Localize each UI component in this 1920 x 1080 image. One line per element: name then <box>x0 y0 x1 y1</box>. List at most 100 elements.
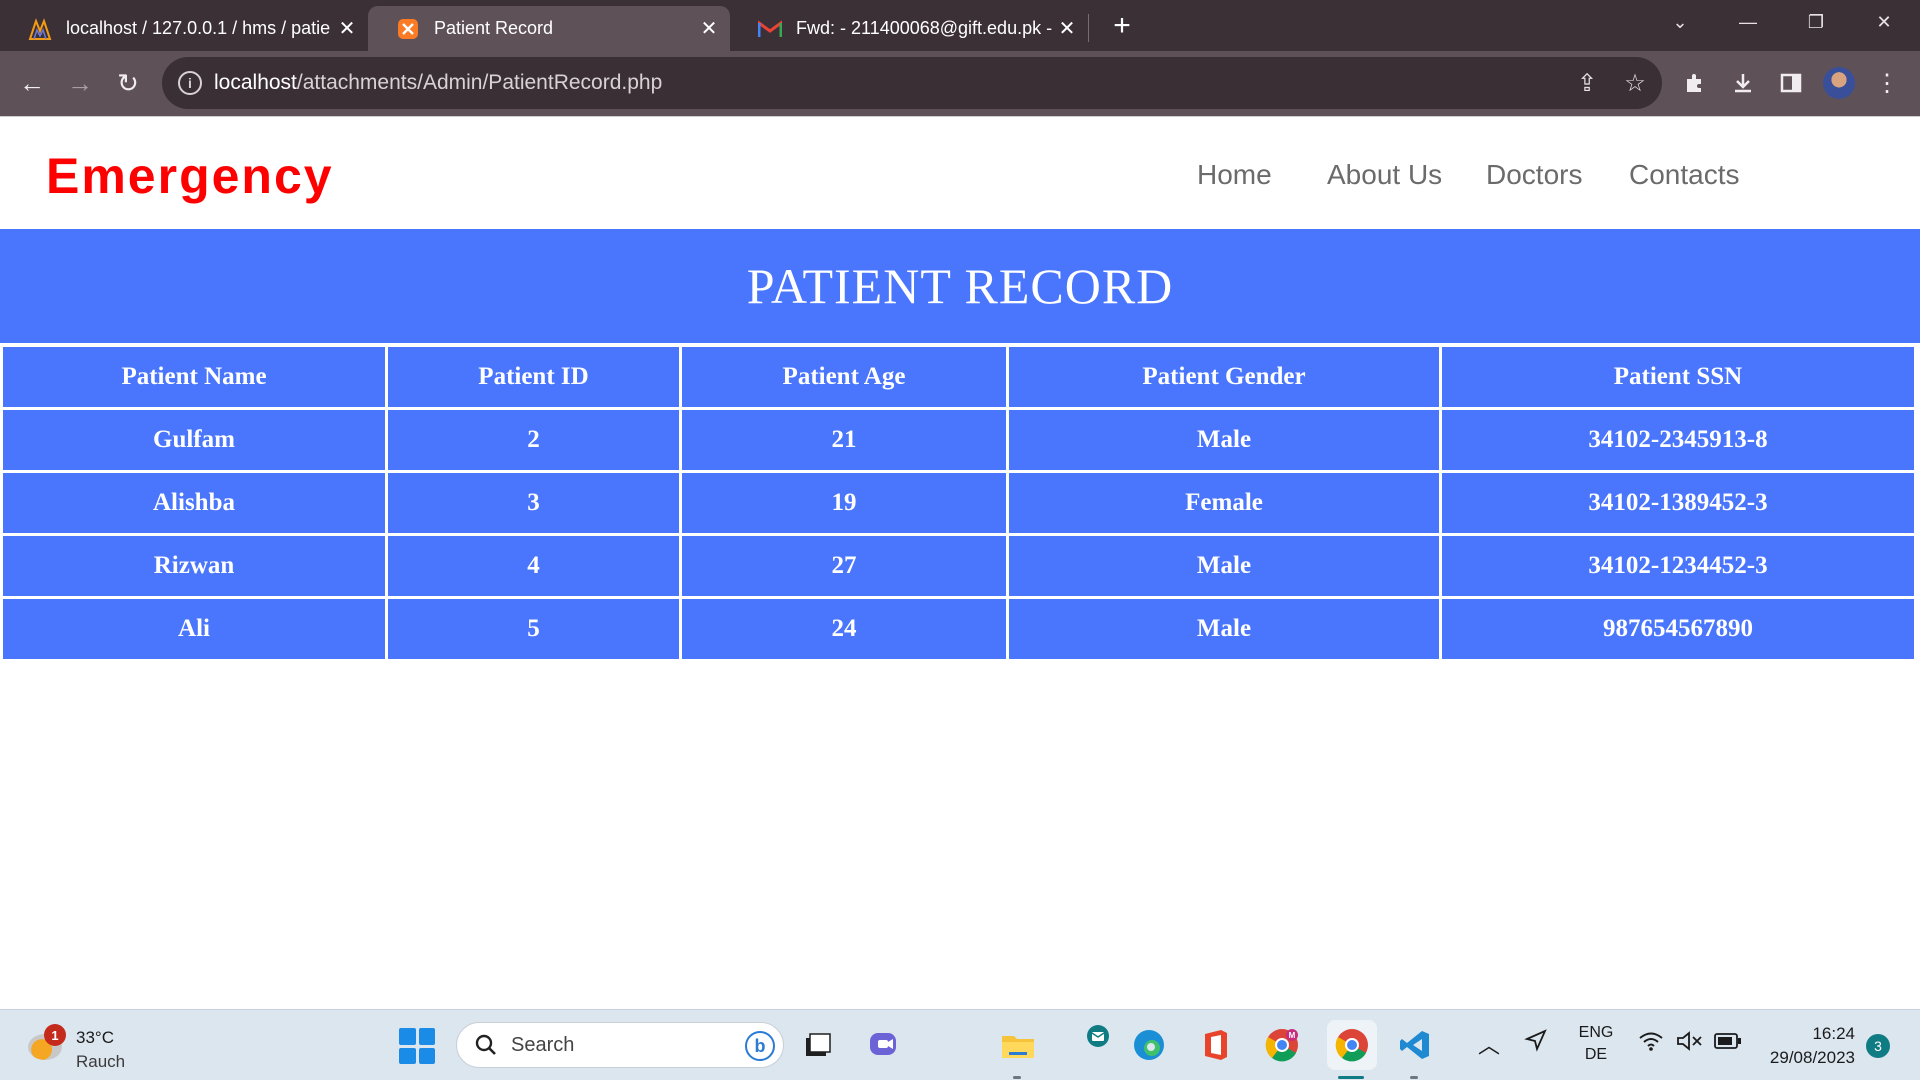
phpmyadmin-icon <box>28 17 52 41</box>
tab-phpmyadmin[interactable]: localhost / 127.0.0.1 / hms / patie ✕ <box>0 6 368 51</box>
table-header-row: Patient Name Patient ID Patient Age Pati… <box>3 347 1914 407</box>
cell-patient-id: 4 <box>388 536 679 596</box>
tab-search-icon[interactable]: ⌄ <box>1652 0 1708 44</box>
language-indicator[interactable]: ENG DE <box>1576 1022 1616 1066</box>
nav-contacts[interactable]: Contacts <box>1629 159 1740 191</box>
patient-record-table: Patient Name Patient ID Patient Age Pati… <box>0 344 1917 662</box>
weather-badge: 1 <box>44 1024 66 1046</box>
cell-patient-ssn: 34102-1389452-3 <box>1442 473 1914 533</box>
cell-patient-age: 27 <box>682 536 1006 596</box>
close-tab-icon[interactable]: ✕ <box>1052 14 1082 44</box>
edge-icon[interactable] <box>1128 1024 1170 1066</box>
cell-patient-name: Gulfam <box>3 410 385 470</box>
cell-patient-ssn: 34102-1234452-3 <box>1442 536 1914 596</box>
vscode-icon[interactable] <box>1394 1024 1436 1066</box>
page-banner: PATIENT RECORD <box>0 229 1920 343</box>
column-header: Patient SSN <box>1442 347 1914 407</box>
address-url[interactable]: localhost/attachments/Admin/PatientRecor… <box>214 71 662 95</box>
cell-patient-id: 3 <box>388 473 679 533</box>
address-bar[interactable]: i localhost/attachments/Admin/PatientRec… <box>162 57 1662 109</box>
windows-start-icon[interactable] <box>399 1028 435 1064</box>
reload-icon[interactable]: ↻ <box>110 65 146 101</box>
downloads-icon[interactable] <box>1726 66 1760 100</box>
cell-patient-name: Ali <box>3 599 385 659</box>
location-icon[interactable] <box>1524 1028 1548 1057</box>
battery-icon[interactable] <box>1714 1032 1742 1055</box>
bookmark-star-icon[interactable]: ☆ <box>1622 70 1648 97</box>
office-icon[interactable] <box>1195 1024 1237 1066</box>
outlook-icon[interactable] <box>1078 1016 1118 1056</box>
bing-icon[interactable]: b <box>745 1031 775 1061</box>
tab-patient-record[interactable]: Patient Record ✕ <box>368 6 730 51</box>
tab-separator <box>1088 14 1089 42</box>
show-hidden-icons-chevron-icon[interactable]: ︿ <box>1478 1028 1500 1060</box>
browser-toolbar: ← → ↻ i localhost/attachments/Admin/Pati… <box>0 51 1920 116</box>
weather-widget[interactable]: 1 33°C Rauch <box>26 1022 146 1071</box>
search-placeholder: Search <box>511 1033 575 1056</box>
table-row: Rizwan 4 27 Male 34102-1234452-3 <box>3 536 1914 596</box>
cell-patient-gender: Male <box>1009 599 1439 659</box>
cell-patient-ssn: 34102-2345913-8 <box>1442 410 1914 470</box>
cell-patient-name: Alishba <box>3 473 385 533</box>
teams-chat-icon[interactable] <box>864 1024 906 1066</box>
svg-text:M: M <box>1289 1031 1296 1040</box>
cell-patient-name: Rizwan <box>3 536 385 596</box>
task-view-icon[interactable] <box>797 1024 839 1066</box>
cell-patient-age: 21 <box>682 410 1006 470</box>
back-icon[interactable]: ← <box>14 65 50 101</box>
column-header: Patient Gender <box>1009 347 1439 407</box>
cell-patient-ssn: 987654567890 <box>1442 599 1914 659</box>
close-tab-icon[interactable]: ✕ <box>332 14 362 44</box>
nav-doctors[interactable]: Doctors <box>1486 159 1582 191</box>
weather-condition: Rauch <box>76 1052 126 1071</box>
windows-taskbar: 1 33°C Rauch Search b M ︿ ENG DE 16:24 2… <box>0 1009 1920 1080</box>
cell-patient-age: 24 <box>682 599 1006 659</box>
column-header: Patient Age <box>682 347 1006 407</box>
site-logo[interactable]: Emergency <box>46 147 334 205</box>
side-panel-icon[interactable] <box>1774 66 1808 100</box>
cell-patient-gender: Male <box>1009 410 1439 470</box>
tab-gmail[interactable]: Fwd: - 211400068@gift.edu.pk - · ✕ <box>730 6 1088 51</box>
clock-time: 16:24 <box>1812 1024 1855 1043</box>
tab-title: Fwd: - 211400068@gift.edu.pk - · <box>796 18 1052 38</box>
site-info-icon[interactable]: i <box>178 71 202 95</box>
file-explorer-icon[interactable] <box>997 1024 1039 1066</box>
extensions-icon[interactable] <box>1678 66 1712 100</box>
close-tab-icon[interactable]: ✕ <box>694 14 724 44</box>
system-clock[interactable]: 16:24 29/08/2023 <box>1755 1022 1855 1070</box>
taskbar-search[interactable]: Search b <box>456 1022 784 1068</box>
cell-patient-age: 19 <box>682 473 1006 533</box>
tab-title: localhost / 127.0.0.1 / hms / patie <box>66 18 331 38</box>
cell-patient-id: 5 <box>388 599 679 659</box>
minimize-icon[interactable]: — <box>1720 0 1776 44</box>
menu-kebab-icon[interactable]: ⋮ <box>1870 66 1904 100</box>
column-header: Patient ID <box>388 347 679 407</box>
browser-tab-bar: localhost / 127.0.0.1 / hms / patie ✕ Pa… <box>0 0 1920 51</box>
language-bottom: DE <box>1584 1046 1608 1063</box>
new-tab-button[interactable]: + <box>1104 9 1140 42</box>
site-header: Emergency Home About Us Doctors Contacts <box>0 117 1920 229</box>
notification-badge[interactable]: 3 <box>1866 1034 1890 1058</box>
profile-avatar[interactable] <box>1823 67 1855 99</box>
language-top: ENG <box>1578 1024 1614 1041</box>
cell-patient-id: 2 <box>388 410 679 470</box>
restore-icon[interactable]: ❐ <box>1788 0 1844 44</box>
weather-temperature: 33°C <box>76 1028 114 1047</box>
url-host: localhost <box>214 71 297 94</box>
chrome-icon[interactable] <box>1327 1020 1377 1070</box>
chrome-profile-icon[interactable]: M <box>1261 1024 1303 1066</box>
cell-patient-gender: Female <box>1009 473 1439 533</box>
volume-muted-icon[interactable] <box>1676 1030 1704 1057</box>
close-window-icon[interactable]: ✕ <box>1856 0 1912 44</box>
running-indicator <box>1410 1076 1418 1079</box>
running-indicator <box>1013 1076 1021 1079</box>
web-page: Emergency Home About Us Doctors Contacts… <box>0 117 1920 1009</box>
gmail-icon <box>758 17 782 41</box>
forward-icon[interactable]: → <box>62 65 98 101</box>
wifi-icon[interactable] <box>1638 1030 1664 1057</box>
page-title: PATIENT RECORD <box>746 258 1174 314</box>
share-icon[interactable]: ⇪ <box>1574 70 1600 97</box>
url-path: /attachments/Admin/PatientRecord.php <box>296 71 663 94</box>
nav-about-us[interactable]: About Us <box>1327 159 1442 191</box>
nav-home[interactable]: Home <box>1197 159 1272 191</box>
